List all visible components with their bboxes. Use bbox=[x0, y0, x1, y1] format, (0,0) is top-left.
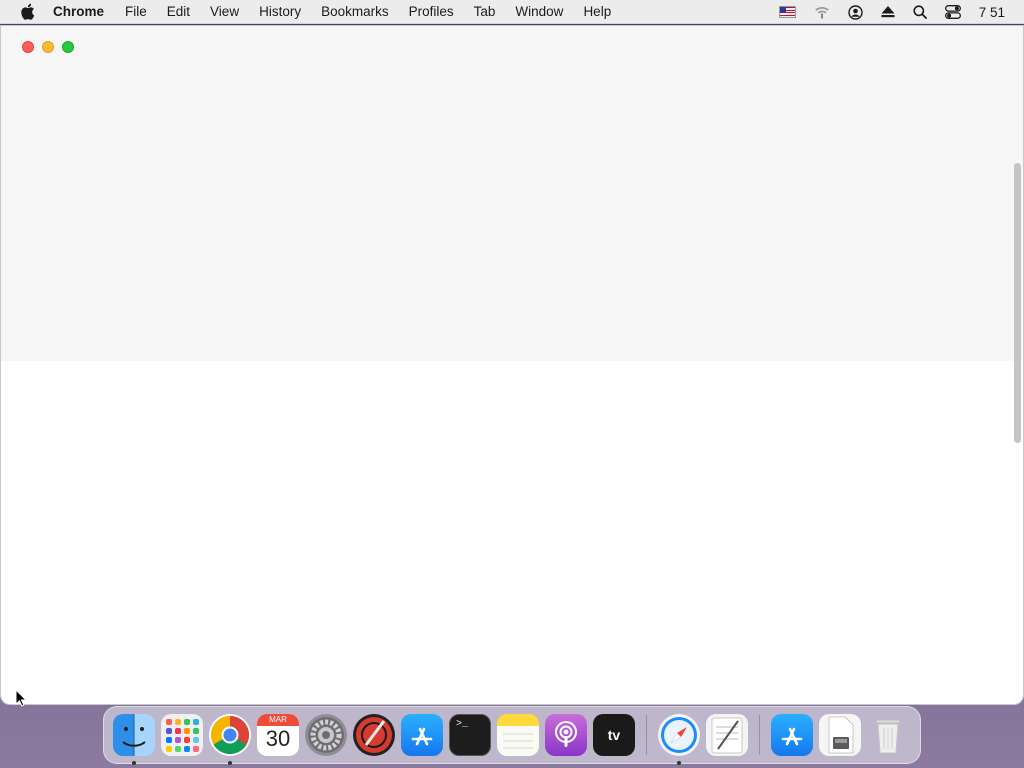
menu-bookmarks[interactable]: Bookmarks bbox=[321, 4, 389, 19]
control-center-icon[interactable] bbox=[944, 5, 961, 19]
notes-icon bbox=[503, 733, 533, 749]
dock-google-chrome[interactable] bbox=[209, 714, 251, 765]
trash-icon bbox=[875, 719, 901, 754]
running-indicator bbox=[132, 761, 136, 765]
menu-profiles[interactable]: Profiles bbox=[409, 4, 454, 19]
wifi-icon[interactable] bbox=[814, 5, 830, 19]
menu-window[interactable]: Window bbox=[515, 4, 563, 19]
dock-separator bbox=[759, 715, 760, 755]
apple-menu-icon[interactable] bbox=[19, 3, 35, 20]
desktop: Chrome File Edit View History Bookmarks … bbox=[0, 0, 1024, 768]
vertical-scrollbar[interactable] bbox=[1014, 163, 1021, 443]
menu-app-name[interactable]: Chrome bbox=[53, 4, 104, 19]
menu-file[interactable]: File bbox=[125, 4, 147, 19]
dock-calendar[interactable]: MAR 30 bbox=[257, 714, 299, 756]
calendar-day: 30 bbox=[265, 726, 291, 751]
menu-bar-clock[interactable]: 7 51 bbox=[979, 5, 1005, 20]
disk-image-icon bbox=[828, 716, 854, 754]
input-source-flag-icon[interactable] bbox=[778, 6, 796, 18]
eject-icon[interactable] bbox=[881, 6, 895, 18]
minimize-window-button[interactable] bbox=[42, 41, 54, 53]
dock-app-store[interactable] bbox=[401, 714, 443, 756]
dock-podcasts[interactable] bbox=[545, 714, 587, 756]
dock-terminal[interactable]: >_ bbox=[449, 714, 491, 756]
dock-disk-image[interactable] bbox=[819, 714, 861, 756]
dock-textedit[interactable] bbox=[706, 714, 748, 756]
instruments-icon bbox=[356, 717, 392, 753]
dock-trash[interactable] bbox=[867, 714, 909, 756]
menu-history[interactable]: History bbox=[259, 4, 301, 19]
chrome-window bbox=[0, 25, 1024, 705]
dock-app-store-downloads[interactable] bbox=[771, 714, 813, 756]
dock: MAR 30 >_ tv bbox=[103, 706, 921, 765]
close-window-button[interactable] bbox=[22, 41, 34, 53]
finder-icon bbox=[122, 714, 146, 756]
dock-instruments[interactable] bbox=[353, 714, 395, 756]
textedit-icon bbox=[711, 717, 743, 754]
running-indicator bbox=[677, 761, 681, 765]
window-title-area bbox=[1, 26, 1023, 361]
menu-view[interactable]: View bbox=[210, 4, 239, 19]
running-indicator bbox=[228, 761, 232, 765]
safari-compass-icon bbox=[661, 717, 697, 753]
terminal-prompt: >_ bbox=[456, 719, 469, 730]
dock-system-preferences[interactable] bbox=[305, 714, 347, 756]
gear-icon bbox=[308, 717, 344, 753]
menu-edit[interactable]: Edit bbox=[167, 4, 190, 19]
dock-notes[interactable] bbox=[497, 714, 539, 756]
calendar-month: MAR bbox=[257, 714, 299, 726]
dock-safari[interactable] bbox=[658, 714, 700, 765]
status-area: 7 51 bbox=[778, 0, 1024, 24]
dock-finder[interactable] bbox=[113, 714, 155, 765]
dock-apple-tv[interactable]: tv bbox=[593, 714, 635, 756]
spotlight-search-icon[interactable] bbox=[913, 5, 927, 19]
dock-separator bbox=[646, 715, 647, 755]
chrome-icon bbox=[210, 715, 250, 755]
user-account-icon[interactable] bbox=[848, 4, 863, 20]
app-store-icon bbox=[781, 727, 803, 746]
menu-bar: Chrome File Edit View History Bookmarks … bbox=[0, 0, 1024, 24]
dock-launchpad[interactable] bbox=[161, 714, 203, 756]
mouse-cursor-icon bbox=[15, 688, 28, 707]
menu-help[interactable]: Help bbox=[583, 4, 611, 19]
maximize-window-button[interactable] bbox=[62, 41, 74, 53]
app-store-icon bbox=[411, 727, 433, 746]
menu-tab[interactable]: Tab bbox=[474, 4, 496, 19]
podcasts-icon bbox=[555, 721, 577, 747]
tv-label: tv bbox=[607, 727, 621, 743]
